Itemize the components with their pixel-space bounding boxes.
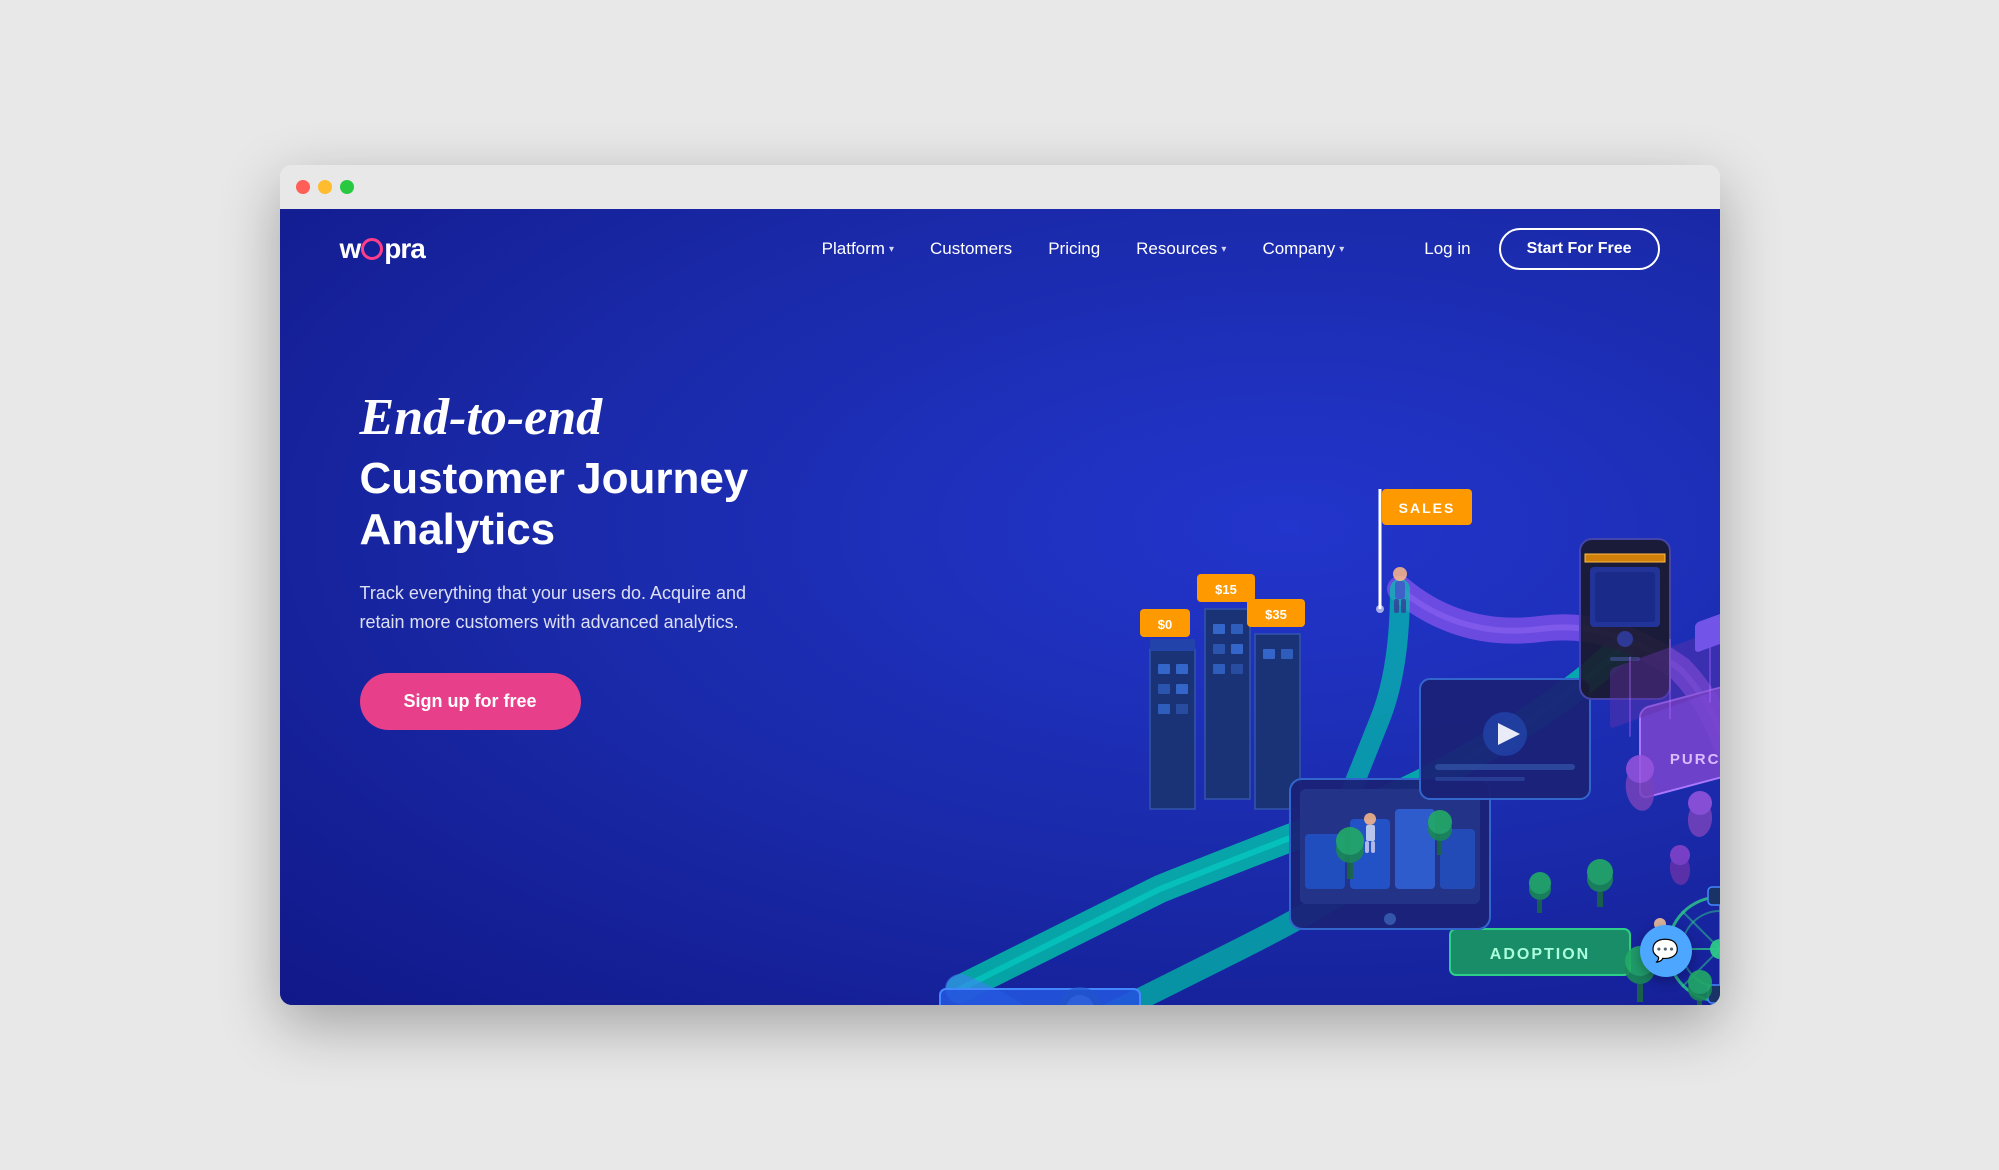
- chevron-down-icon: ▾: [1339, 244, 1344, 255]
- browser-chrome: [280, 165, 1720, 209]
- svg-text:$0: $0: [1157, 617, 1171, 632]
- svg-text:SALES: SALES: [1398, 500, 1455, 516]
- start-free-button[interactable]: Start For Free: [1499, 228, 1660, 270]
- svg-text:PURCHASE: PURCHASE: [1669, 751, 1719, 768]
- chevron-down-icon: ▾: [889, 244, 894, 255]
- browser-window: wpra Platform ▾ Customers Pricing: [280, 165, 1720, 1005]
- page-content: wpra Platform ▾ Customers Pricing: [280, 209, 1720, 1005]
- nav-item-company[interactable]: Company ▾: [1262, 239, 1344, 259]
- hero-illustration: DISCOVERY ADOPTION PURCHASE: [860, 289, 1720, 1005]
- nav-resources-label: Resources: [1136, 239, 1217, 259]
- logo-circle-icon: [361, 238, 383, 260]
- minimize-button[interactable]: [318, 180, 332, 194]
- chat-widget[interactable]: 💬: [1640, 925, 1692, 977]
- hero-headline-main: Customer Journey Analytics: [360, 454, 880, 555]
- svg-text:$15: $15: [1215, 582, 1237, 597]
- fullscreen-button[interactable]: [340, 180, 354, 194]
- nav-links: Platform ▾ Customers Pricing Res: [822, 239, 1345, 259]
- nav-right: Log in Start For Free: [1424, 228, 1659, 270]
- nav-customers-label: Customers: [930, 239, 1012, 259]
- nav-platform-label: Platform: [822, 239, 885, 259]
- close-button[interactable]: [296, 180, 310, 194]
- nav-item-customers[interactable]: Customers: [930, 239, 1012, 259]
- navbar: wpra Platform ▾ Customers Pricing: [280, 209, 1720, 289]
- logo[interactable]: wpra: [340, 233, 425, 265]
- chat-icon: 💬: [1652, 938, 1679, 964]
- login-link[interactable]: Log in: [1424, 239, 1470, 259]
- chevron-down-icon: ▾: [1221, 244, 1226, 255]
- traffic-lights: [296, 180, 354, 194]
- nav-item-platform[interactable]: Platform ▾: [822, 239, 894, 259]
- svg-text:ADOPTION: ADOPTION: [1489, 946, 1589, 963]
- hero-headline-italic: End-to-end: [360, 389, 880, 446]
- nav-item-pricing[interactable]: Pricing: [1048, 239, 1100, 259]
- nav-pricing-label: Pricing: [1048, 239, 1100, 259]
- nav-company-label: Company: [1262, 239, 1335, 259]
- signup-button[interactable]: Sign up for free: [360, 673, 581, 730]
- hero-section: End-to-end Customer Journey Analytics Tr…: [280, 289, 1720, 1005]
- hero-text: End-to-end Customer Journey Analytics Tr…: [360, 389, 880, 730]
- hero-subheadline: Track everything that your users do. Acq…: [360, 579, 880, 637]
- svg-text:$35: $35: [1265, 607, 1287, 622]
- nav-item-resources[interactable]: Resources ▾: [1136, 239, 1226, 259]
